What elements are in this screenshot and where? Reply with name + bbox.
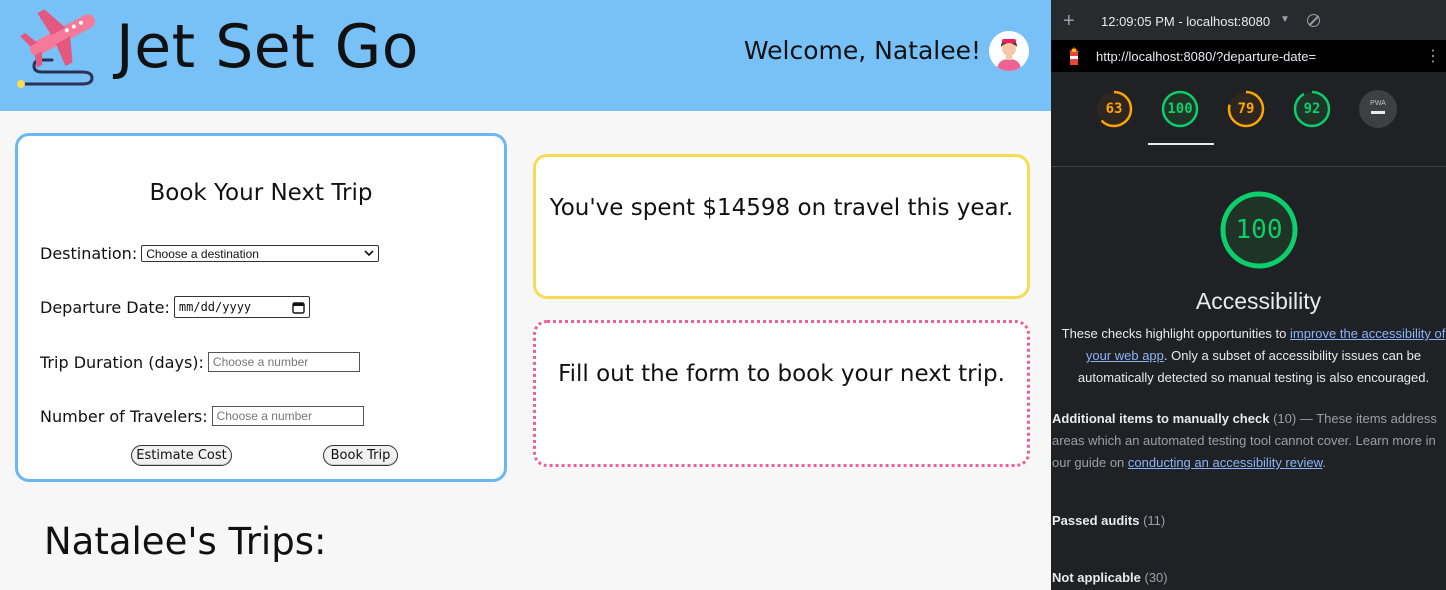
lighthouse-panel: + 12:09:05 PM - localhost:8080 ▼ http://…	[1051, 0, 1446, 590]
destination-select[interactable]: Choose a destination	[141, 245, 380, 262]
travelers-row: Number of Travelers: Choose a number	[40, 406, 364, 426]
accessibility-score: 100	[1167, 101, 1193, 117]
seo-gauge[interactable]: 92	[1293, 90, 1331, 128]
accessibility-big-score: 100	[1235, 215, 1283, 245]
airplane-logo-icon	[17, 9, 96, 88]
manual-check-title: Additional items to manually check	[1052, 411, 1270, 426]
estimate-cost-button[interactable]: Estimate Cost	[131, 445, 232, 466]
booking-form: Book Your Next Trip Destination: Choose …	[15, 133, 507, 482]
seo-score: 92	[1303, 101, 1321, 117]
description-text: These checks highlight opportunities to	[1061, 326, 1290, 341]
passed-audits-label: Passed audits	[1052, 513, 1140, 528]
departure-row: Departure Date: mm/dd/yyyy	[40, 296, 310, 318]
duration-row: Trip Duration (days): Choose a number	[40, 352, 360, 372]
booking-message-text: Fill out the form to book your next trip…	[558, 361, 1005, 387]
booking-message-card: Fill out the form to book your next trip…	[533, 320, 1030, 467]
travelers-label: Number of Travelers:	[40, 406, 208, 426]
duration-label: Trip Duration (days):	[40, 352, 204, 372]
performance-score: 63	[1105, 101, 1123, 117]
book-trip-button[interactable]: Book Trip	[323, 445, 398, 466]
brand-title: Jet Set Go	[116, 12, 420, 82]
destination-label: Destination:	[40, 244, 138, 263]
accessibility-review-link[interactable]: conducting an accessibility review	[1128, 455, 1322, 470]
accessibility-gauge[interactable]: 100	[1161, 90, 1199, 128]
not-applicable-label: Not applicable	[1052, 570, 1141, 585]
departure-date-input[interactable]: mm/dd/yyyy	[173, 296, 310, 318]
welcome-message: Welcome, Natalee!	[743, 36, 981, 65]
app-window: Jet Set Go Welcome, Natalee! Book Your N…	[0, 0, 1051, 590]
performance-gauge[interactable]: 63	[1095, 90, 1133, 128]
duration-input[interactable]: Choose a number	[207, 352, 360, 372]
manual-check-group[interactable]: Additional items to manually check (10) …	[1052, 408, 1444, 474]
best-practices-gauge[interactable]: 79	[1227, 90, 1265, 128]
plus-icon[interactable]: +	[1063, 10, 1075, 33]
clear-icon[interactable]	[1307, 14, 1320, 27]
user-avatar[interactable]	[989, 31, 1029, 71]
lighthouse-icon	[1069, 47, 1079, 65]
spending-summary-card: You've spent $14598 on travel this year.	[533, 154, 1030, 299]
manual-check-dash: —	[1299, 411, 1313, 426]
chevron-down-icon	[364, 250, 374, 257]
duration-placeholder: Choose a number	[212, 355, 309, 369]
travelers-input[interactable]: Choose a number	[211, 406, 364, 426]
category-description: These checks highlight opportunities to …	[1056, 323, 1446, 389]
more-options-icon[interactable]: ⋮	[1425, 46, 1441, 66]
destination-select-value: Choose a destination	[146, 246, 259, 261]
manual-check-count: (10)	[1273, 411, 1297, 426]
app-header: Jet Set Go Welcome, Natalee!	[0, 0, 1051, 111]
pwa-label: PWA	[1370, 100, 1386, 107]
not-applicable-count: (30)	[1144, 570, 1168, 585]
form-title: Book Your Next Trip	[149, 180, 373, 206]
pwa-badge-icon: PWA	[1359, 90, 1397, 128]
spending-summary-text: You've spent $14598 on travel this year.	[549, 195, 1014, 221]
passed-audits-group[interactable]: Passed audits (11)	[1052, 513, 1165, 528]
calendar-icon[interactable]	[292, 301, 305, 314]
category-title: Accessibility	[1195, 288, 1322, 314]
departure-date-value: mm/dd/yyyy	[178, 300, 252, 314]
selected-tab-indicator	[1148, 143, 1214, 145]
trips-heading: Natalee's Trips:	[44, 520, 327, 563]
travelers-placeholder: Choose a number	[216, 409, 312, 423]
lighthouse-toolbar: + 12:09:05 PM - localhost:8080 ▼	[1051, 0, 1446, 40]
report-url: http://localhost:8080/?departure-date=	[1096, 49, 1317, 64]
manual-check-end: .	[1322, 455, 1326, 470]
not-applicable-group[interactable]: Not applicable (30)	[1052, 570, 1168, 585]
divider	[1051, 166, 1446, 167]
caret-down-icon[interactable]: ▼	[1280, 14, 1290, 25]
pwa-gauge[interactable]: PWA	[1359, 90, 1397, 128]
passed-audits-count: (11)	[1143, 513, 1166, 528]
report-selector[interactable]: 12:09:05 PM - localhost:8080	[1101, 14, 1270, 29]
destination-row: Destination: Choose a destination	[40, 244, 380, 263]
departure-label: Departure Date:	[40, 297, 170, 317]
best-practices-score: 79	[1237, 101, 1255, 117]
